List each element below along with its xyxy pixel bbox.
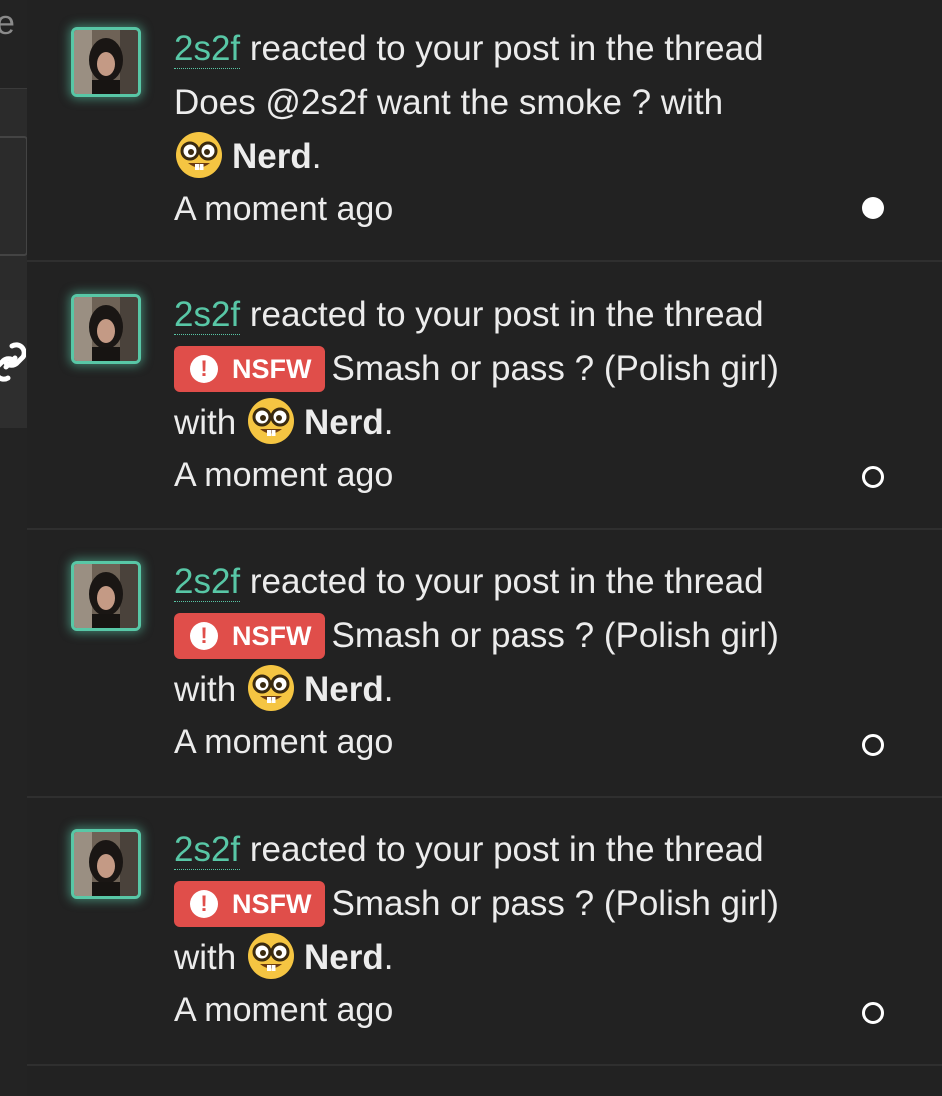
timestamp: A moment ago (174, 190, 394, 228)
alert-icon: ! (190, 622, 218, 650)
notification-text: 2s2f reacted to your post in the thread … (174, 823, 874, 1035)
nsfw-badge: ! NSFW (174, 346, 326, 392)
action-text: reacted to your post in the thread (249, 562, 764, 601)
thread-title[interactable]: Does @2s2f want the smoke ? with (174, 83, 723, 122)
thread-title[interactable]: Smash or pass ? (Polish girl) (331, 616, 778, 655)
with-text: with (174, 670, 237, 709)
alerts-panel: 2s2f reacted to your post in the thread … (27, 0, 942, 1096)
notification-text: 2s2f reacted to your post in the thread … (174, 288, 874, 500)
nerd-face-icon (176, 132, 222, 178)
nsfw-badge: ! NSFW (174, 613, 326, 659)
username-link[interactable]: 2s2f (174, 295, 241, 335)
left-sidebar-fragment: e (0, 0, 27, 1096)
alert-icon: ! (190, 355, 218, 383)
thread-title[interactable]: Smash or pass ? (Polish girl) (331, 349, 778, 388)
action-text: reacted to your post in the thread (249, 830, 764, 869)
timestamp: A moment ago (174, 723, 394, 761)
avatar[interactable] (71, 294, 141, 364)
punctuation: . (311, 137, 322, 176)
nsfw-label: NSFW (232, 889, 312, 919)
action-text: reacted to your post in the thread (249, 29, 764, 68)
reaction-name: Nerd (232, 137, 312, 176)
nsfw-label: NSFW (232, 621, 312, 651)
avatar[interactable] (71, 829, 141, 899)
nsfw-badge: ! NSFW (174, 881, 326, 927)
reaction-name: Nerd (303, 670, 384, 709)
punctuation: . (383, 938, 394, 977)
thread-title[interactable]: Smash or pass ? (Polish girl) (331, 884, 778, 923)
notification-text: 2s2f reacted to your post in the thread … (174, 22, 874, 234)
mark-read-toggle[interactable] (862, 1002, 884, 1024)
notification-item[interactable]: 2s2f reacted to your post in the thread … (27, 798, 942, 1066)
notification-item[interactable]: 2s2f reacted to your post in the thread … (27, 262, 942, 530)
notification-text: 2s2f reacted to your post in the thread … (174, 555, 874, 767)
with-text: with (174, 938, 237, 977)
reaction-name: Nerd (303, 938, 384, 977)
notification-item[interactable]: 2s2f reacted to your post in the thread … (27, 530, 942, 798)
sidebar-fragment-text: e (0, 4, 15, 42)
reaction-name: Nerd (303, 403, 384, 442)
nerd-face-icon (247, 665, 294, 711)
alert-icon: ! (190, 890, 218, 918)
punctuation: . (383, 670, 394, 709)
timestamp: A moment ago (174, 456, 394, 494)
mark-read-toggle[interactable] (862, 197, 884, 219)
avatar[interactable] (71, 561, 141, 631)
mark-read-toggle[interactable] (862, 466, 884, 488)
nerd-face-icon (247, 398, 294, 444)
sidebar-input-frame (0, 136, 27, 256)
notification-item[interactable]: 2s2f reacted to your post in the thread … (27, 0, 942, 262)
link-icon[interactable] (0, 340, 26, 384)
timestamp: A moment ago (174, 991, 394, 1029)
username-link[interactable]: 2s2f (174, 29, 241, 69)
punctuation: . (383, 403, 394, 442)
username-link[interactable]: 2s2f (174, 562, 241, 602)
nerd-face-icon (247, 933, 294, 979)
avatar[interactable] (71, 27, 141, 97)
username-link[interactable]: 2s2f (174, 830, 241, 870)
nsfw-label: NSFW (232, 354, 312, 384)
with-text: with (174, 403, 237, 442)
action-text: reacted to your post in the thread (249, 295, 764, 334)
mark-read-toggle[interactable] (862, 734, 884, 756)
